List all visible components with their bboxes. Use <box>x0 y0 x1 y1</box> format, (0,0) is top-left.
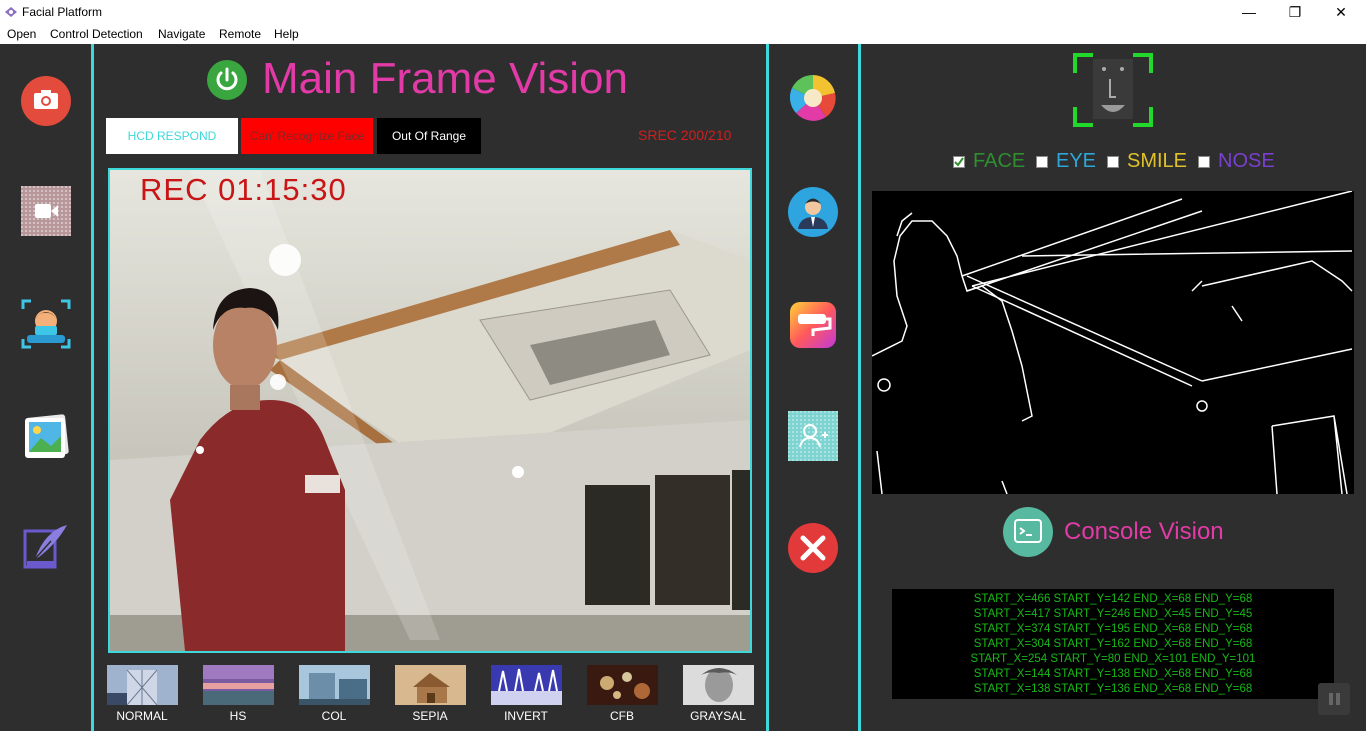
video-button[interactable] <box>21 186 71 236</box>
console-title: Console Vision <box>1064 518 1224 545</box>
edge-detection-view <box>871 190 1354 495</box>
filter-grayscale-thumb[interactable] <box>683 665 754 705</box>
left-sidebar <box>0 44 91 731</box>
color-wheel-button[interactable] <box>788 73 838 123</box>
title-bar: Facial Platform — ❐ ✕ <box>0 0 1366 24</box>
eye-checkbox[interactable]: EYE <box>1036 150 1096 173</box>
menu-open[interactable]: Open <box>7 27 36 41</box>
gallery-icon <box>25 414 69 458</box>
menu-navigate[interactable]: Navigate <box>158 27 205 41</box>
eye-checkbox-label: EYE <box>1056 150 1097 172</box>
console-line: START_X=254 START_Y=80 END_X=101 END_Y=1… <box>970 653 1256 665</box>
nose-checkbox-label: NOSE <box>1218 150 1275 172</box>
smile-checkbox-label: SMILE <box>1127 150 1188 172</box>
checkbox-box[interactable] <box>953 155 965 168</box>
console-line: START_X=144 START_Y=138 END_X=68 END_Y=6… <box>973 668 1253 680</box>
range-status: Out Of Range <box>377 118 481 154</box>
paint-button[interactable] <box>788 300 838 350</box>
checkbox-box[interactable] <box>1107 155 1119 168</box>
gallery-button[interactable] <box>21 412 71 462</box>
filter-sepia-label: SEPIA <box>412 709 448 723</box>
checkbox-box[interactable] <box>1198 155 1210 168</box>
face-scan-button[interactable] <box>21 299 71 349</box>
filter-col-label: COL <box>321 709 347 723</box>
filter-hs-thumb[interactable] <box>203 665 274 705</box>
filter-invert-thumb[interactable] <box>491 665 562 705</box>
filter-invert-label: INVERT <box>504 709 548 723</box>
exit-button[interactable] <box>788 523 838 573</box>
editor-button[interactable] <box>21 523 71 573</box>
console-line: START_X=417 START_Y=246 END_X=45 END_Y=4… <box>973 608 1253 620</box>
filter-col-thumb[interactable] <box>299 665 370 705</box>
nose-checkbox[interactable]: NOSE <box>1198 150 1275 173</box>
camera-button[interactable] <box>21 76 71 126</box>
close-window-button[interactable]: ✕ <box>1318 0 1364 24</box>
menu-bar: Open Control Detection Navigate Remote H… <box>0 24 1366 44</box>
maximize-button[interactable]: ❐ <box>1272 0 1318 24</box>
hcd-status: HCD RESPOND <box>106 118 238 154</box>
face-checkbox[interactable]: FACE <box>953 150 1025 173</box>
profile-button[interactable] <box>788 187 838 237</box>
video-icon <box>21 186 71 236</box>
face-detect-icon <box>1073 53 1153 127</box>
app-logo-icon <box>5 7 17 17</box>
srec-counter: SREC 200/210 <box>638 127 732 143</box>
color-wheel-icon <box>789 74 836 121</box>
paint-roller-icon <box>790 302 836 348</box>
page-title: Main Frame Vision <box>262 54 628 103</box>
filter-sepia-thumb[interactable] <box>395 665 466 705</box>
console-line: START_X=374 START_Y=195 END_X=68 END_Y=6… <box>973 623 1253 635</box>
recording-timer: REC 01:15:30 <box>140 172 347 207</box>
face-scan-icon <box>21 299 71 349</box>
filter-normal-label: NORMAL <box>116 709 168 723</box>
camera-feed <box>108 168 752 653</box>
face-checkbox-label: FACE <box>973 150 1026 172</box>
add-user-icon <box>788 411 838 461</box>
filter-cfb-thumb[interactable] <box>587 665 658 705</box>
edge-detection-image <box>871 190 1353 495</box>
menu-control-detection[interactable]: Control Detection <box>50 27 143 41</box>
filter-cfb-label: CFB <box>610 709 634 723</box>
smile-checkbox[interactable]: SMILE <box>1107 150 1187 173</box>
filter-normal-thumb[interactable] <box>107 665 178 705</box>
pause-icon <box>1329 693 1340 705</box>
face-status: Can' Recognize Face <box>241 118 373 154</box>
camera-frame-image <box>110 170 750 651</box>
checkbox-box[interactable] <box>1036 155 1048 168</box>
menu-help[interactable]: Help <box>274 27 299 41</box>
window-title: Facial Platform <box>22 5 103 19</box>
filter-hs-label: HS <box>229 709 247 723</box>
filter-grayscale-label: GRAYSAL <box>690 709 746 723</box>
console-line: START_X=466 START_Y=142 END_X=68 END_Y=6… <box>973 593 1253 605</box>
close-circle-icon <box>788 523 838 573</box>
minimize-button[interactable]: — <box>1226 0 1272 24</box>
add-user-button[interactable] <box>788 411 838 461</box>
feather-pen-icon <box>23 525 67 569</box>
console-line: START_X=304 START_Y=162 END_X=68 END_Y=6… <box>973 638 1253 650</box>
user-avatar-icon <box>788 187 838 237</box>
terminal-icon <box>1014 519 1042 543</box>
power-button[interactable] <box>207 60 247 100</box>
camera-icon <box>21 76 71 126</box>
power-icon <box>216 67 238 91</box>
pause-button[interactable] <box>1318 683 1350 715</box>
console-line: START_X=138 START_Y=136 END_X=68 END_Y=6… <box>973 683 1253 695</box>
console-button[interactable] <box>1003 507 1053 557</box>
menu-remote[interactable]: Remote <box>219 27 261 41</box>
console-output: START_X=466 START_Y=142 END_X=68 END_Y=6… <box>892 589 1334 699</box>
mid-sidebar <box>769 44 858 731</box>
